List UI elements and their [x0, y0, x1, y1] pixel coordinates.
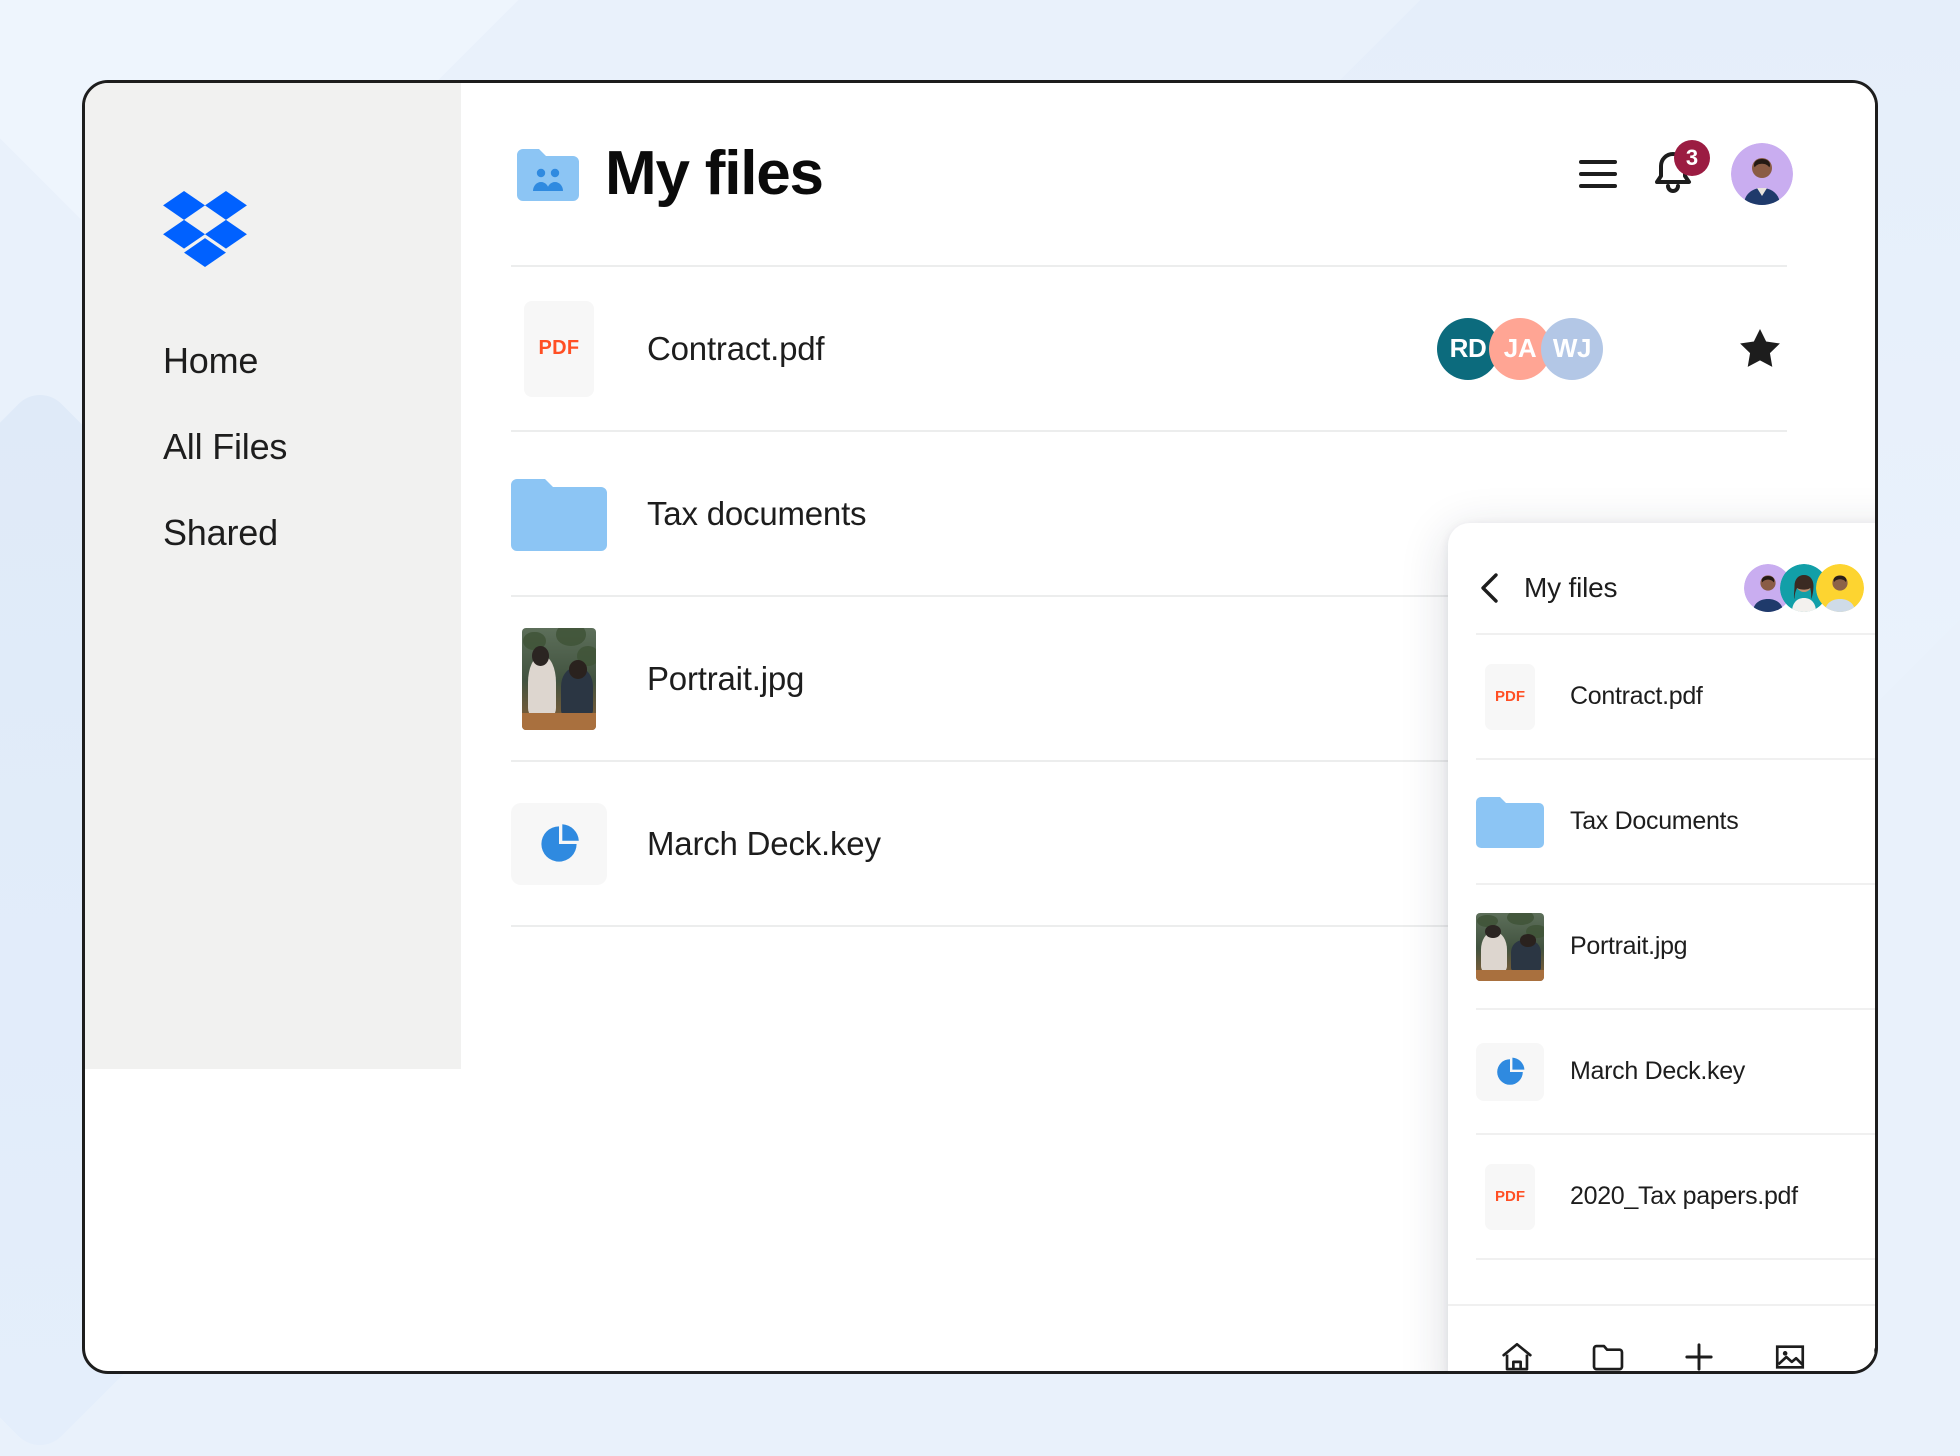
- list-item[interactable]: Portrait.jpg: [1476, 885, 1875, 1010]
- photos-icon[interactable]: [1766, 1333, 1814, 1371]
- file-name: March Deck.key: [1570, 1057, 1746, 1085]
- file-thumbnail: [511, 477, 607, 551]
- list-item[interactable]: Tax Documents: [1476, 760, 1875, 885]
- sidebar-item-all-files[interactable]: All Files: [163, 429, 461, 465]
- list-item[interactable]: PDF Contract.pdf: [1476, 635, 1875, 760]
- file-name: Tax Documents: [1570, 807, 1739, 835]
- sidebar-item-home[interactable]: Home: [163, 343, 461, 379]
- pdf-file-icon: PDF: [1485, 663, 1535, 730]
- mobile-panel-header: My files: [1448, 523, 1875, 619]
- file-name: Tax documents: [647, 494, 867, 532]
- hamburger-menu-icon[interactable]: [1579, 160, 1617, 188]
- keynote-file-icon: [1476, 1042, 1544, 1101]
- file-thumbnail: PDF: [511, 300, 607, 397]
- pdf-file-icon: PDF: [524, 300, 594, 397]
- file-thumbnail: [1476, 1042, 1544, 1101]
- avatar-initials[interactable]: WJ: [1541, 317, 1603, 380]
- shared-avatars: RD JA WJ: [1437, 317, 1603, 380]
- mobile-panel-title: My files: [1524, 572, 1618, 603]
- collaborator-avatar-3[interactable]: [1816, 564, 1864, 612]
- sidebar: Home All Files Shared: [85, 83, 461, 1069]
- page-title: My files: [605, 139, 824, 208]
- folder-icon[interactable]: [1584, 1333, 1632, 1371]
- dropbox-logo[interactable]: [163, 191, 247, 267]
- table-row[interactable]: PDF Contract.pdf RD JA WJ: [511, 267, 1787, 432]
- folder-icon: [511, 477, 607, 551]
- back-chevron-icon[interactable]: [1476, 571, 1502, 605]
- file-name: Contract.pdf: [647, 329, 825, 367]
- file-name: Contract.pdf: [1570, 682, 1703, 710]
- list-item[interactable]: March Deck.key: [1476, 1010, 1875, 1135]
- row-actions: RD JA WJ: [1437, 317, 1787, 380]
- file-thumbnail: [511, 802, 607, 885]
- mobile-preview-panel: My files PDF Contract.pdf Tax Documents …: [1448, 523, 1875, 1371]
- header-actions: 3: [1579, 140, 1793, 205]
- title-group: My files: [517, 139, 824, 208]
- mobile-tab-bar: [1448, 1304, 1875, 1371]
- file-thumbnail: [1476, 796, 1544, 848]
- star-icon-filled[interactable]: [1733, 324, 1787, 374]
- file-thumbnail: [511, 627, 607, 730]
- account-icon[interactable]: [1857, 1333, 1875, 1371]
- file-thumbnail: PDF: [1476, 663, 1544, 730]
- notification-badge: 3: [1674, 140, 1710, 176]
- folder-icon: [1476, 796, 1544, 848]
- keynote-file-icon: [511, 802, 607, 885]
- user-avatar[interactable]: [1731, 143, 1793, 205]
- sidebar-item-shared[interactable]: Shared: [163, 515, 461, 551]
- collaborator-avatars: [1744, 564, 1864, 612]
- pdf-file-icon: PDF: [1485, 1163, 1535, 1230]
- photo-thumbnail: [1476, 912, 1544, 981]
- shared-folder-icon: [517, 147, 579, 201]
- list-item[interactable]: PDF 2020_Tax papers.pdf: [1476, 1135, 1875, 1260]
- plus-icon[interactable]: [1675, 1333, 1723, 1371]
- file-name: 2020_Tax papers.pdf: [1570, 1182, 1798, 1210]
- file-name: Portrait.jpg: [647, 659, 805, 697]
- sidebar-nav: Home All Files Shared: [85, 343, 461, 551]
- file-name: March Deck.key: [647, 824, 881, 862]
- home-icon[interactable]: [1493, 1333, 1541, 1371]
- mobile-panel-actions: [1744, 564, 1875, 612]
- mobile-file-list: PDF Contract.pdf Tax Documents Portrait.…: [1476, 633, 1875, 1304]
- app-window: Home All Files Shared My files 3 PDF Con…: [82, 80, 1878, 1374]
- file-name: Portrait.jpg: [1570, 932, 1688, 960]
- notification-bell-icon[interactable]: 3: [1651, 140, 1710, 198]
- photo-thumbnail: [522, 627, 596, 730]
- main-header: My files 3: [461, 83, 1875, 265]
- file-thumbnail: [1476, 912, 1544, 981]
- file-thumbnail: PDF: [1476, 1163, 1544, 1230]
